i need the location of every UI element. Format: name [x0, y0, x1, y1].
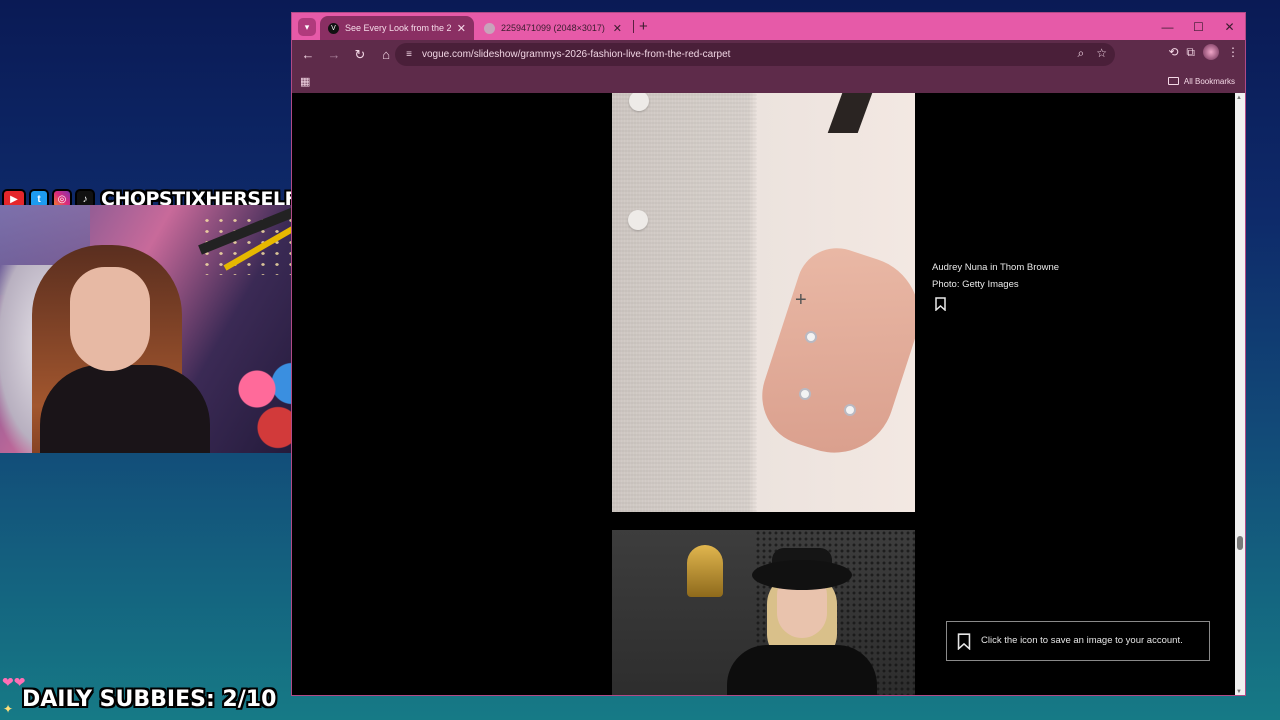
forward-icon[interactable]: → [322, 43, 346, 67]
fashion-photo-cowboy-hat[interactable] [612, 530, 915, 695]
menu-icon[interactable]: ⋮ [1227, 45, 1239, 59]
address-bar[interactable]: ≡ vogue.com/slideshow/grammys-2026-fashi… [395, 43, 1115, 66]
scroll-up-icon[interactable]: ▲ [1236, 95, 1242, 101]
tab-image[interactable]: 2259471099 (2048×3017) ✕ [476, 16, 630, 40]
url-text[interactable]: vogue.com/slideshow/grammys-2026-fashion… [422, 49, 730, 60]
maximize-icon[interactable]: ☐ [1183, 13, 1214, 40]
sync-icon[interactable]: ⟲ [1168, 45, 1178, 59]
grammy-trophy-icon [687, 545, 723, 597]
tab-divider [633, 20, 634, 33]
tab-search-button[interactable]: ▾ [298, 18, 316, 36]
all-bookmarks-button[interactable]: All Bookmarks [1167, 76, 1235, 86]
extensions-icon[interactable]: ⧉ [1186, 45, 1195, 60]
close-window-icon[interactable]: ✕ [1214, 13, 1245, 40]
scroll-down-icon[interactable]: ▼ [1236, 689, 1242, 695]
crosshair-cursor-icon: + [795, 289, 807, 311]
save-tip-text: Click the icon to save an image to your … [981, 635, 1183, 646]
vogue-favicon-icon: V [328, 22, 339, 34]
close-tab-icon[interactable]: ✕ [457, 22, 466, 35]
globe-favicon-icon [484, 22, 495, 34]
toolbar: ← → ↻ ⌂ ≡ vogue.com/slideshow/grammys-20… [292, 40, 1245, 69]
page-scrollbar[interactable]: ▲ ▼ [1235, 93, 1245, 695]
folder-icon [1167, 77, 1179, 85]
scrollbar-thumb[interactable] [1237, 536, 1243, 550]
zoom-icon[interactable]: ⌕ [1078, 46, 1085, 61]
bookmark-star-icon[interactable]: ☆ [1096, 46, 1107, 61]
window-controls: — ☐ ✕ [1152, 13, 1245, 40]
photo-caption: Audrey Nuna in Thom Browne Photo: Getty … [932, 259, 1059, 293]
browser-window: ▾ V See Every Look from the 2026 G ✕ 225… [291, 12, 1246, 696]
page-content: + Audrey Nuna in Thom Browne Photo: Gett… [292, 93, 1236, 695]
caption-credit-name: Audrey Nuna in Thom Browne [932, 262, 1060, 273]
toolbar-actions: ⟲ ⧉ ⋮ [1168, 44, 1239, 60]
all-bookmarks-label: All Bookmarks [1183, 76, 1235, 86]
apps-grid-icon[interactable]: ▦ [300, 75, 310, 88]
caption-photo-credit: Photo: Getty Images [932, 279, 1019, 290]
back-icon[interactable]: ← [296, 43, 320, 67]
sparkle-icon: ✦ [3, 702, 14, 716]
save-bookmark-icon[interactable] [935, 297, 946, 311]
close-tab-icon[interactable]: ✕ [613, 22, 622, 35]
minimize-icon[interactable]: — [1152, 13, 1183, 40]
bookmarks-bar: ▦ All Bookmarks [292, 69, 1245, 93]
profile-avatar[interactable] [1203, 44, 1219, 60]
bookmark-icon [957, 632, 971, 650]
tab-title: See Every Look from the 2026 G [345, 23, 451, 33]
fashion-photo-audrey-nuna[interactable]: + [612, 93, 915, 512]
new-tab-button[interactable]: + [639, 18, 648, 35]
save-image-tooltip: Click the icon to save an image to your … [946, 621, 1210, 661]
tab-vogue[interactable]: V See Every Look from the 2026 G ✕ [320, 16, 474, 40]
site-info-icon[interactable]: ≡ [403, 49, 415, 61]
tab-bar: ▾ V See Every Look from the 2026 G ✕ 225… [292, 13, 1245, 40]
daily-subbies-counter: DAILY SUBBIES: 2/10 [22, 687, 277, 712]
tab-title: 2259471099 (2048×3017) [501, 23, 605, 33]
reload-icon[interactable]: ↻ [348, 43, 372, 67]
